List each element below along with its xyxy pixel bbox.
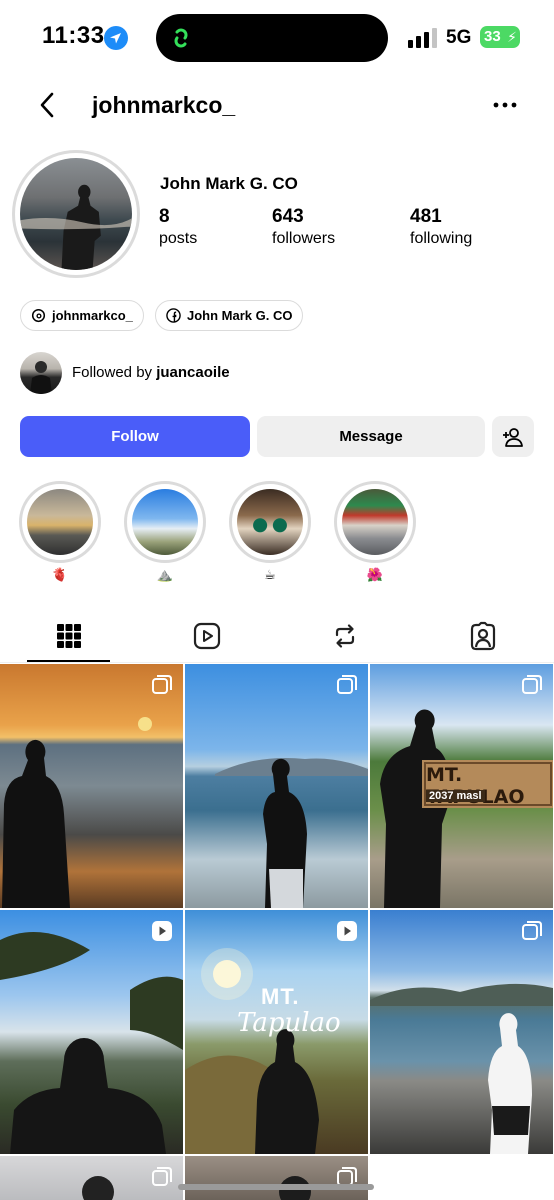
signal-icon — [408, 28, 437, 48]
post-thumbnail[interactable] — [0, 664, 183, 908]
suggest-users-button[interactable] — [492, 416, 534, 457]
highlight-item[interactable]: 🌺 — [334, 481, 416, 585]
network-label: 5G — [446, 27, 472, 48]
highlight-cover — [342, 489, 408, 555]
page-title: johnmarkco_ — [92, 92, 236, 118]
tab-grid[interactable] — [14, 610, 124, 662]
stat-value: 8 — [159, 206, 170, 227]
add-user-icon — [503, 427, 523, 447]
highlight-ring — [229, 481, 311, 563]
carousel-icon — [337, 675, 357, 694]
reel-icon — [152, 921, 172, 941]
followed-by-prefix: Followed by — [72, 364, 153, 381]
threads-link[interactable]: johnmarkco_ — [20, 300, 144, 331]
stat-value: 643 — [272, 206, 304, 227]
grid-icon — [57, 624, 81, 648]
post-thumbnail[interactable] — [0, 1156, 183, 1200]
stat-label: followers — [272, 230, 336, 247]
highlight-ring — [19, 481, 101, 563]
facebook-link[interactable]: John Mark G. CO — [155, 300, 304, 331]
post-thumbnail[interactable] — [185, 1156, 368, 1200]
stat-label: following — [410, 230, 473, 247]
stat-value: 481 — [410, 206, 442, 227]
tab-tagged[interactable] — [428, 610, 538, 662]
highlight-item[interactable]: ⛰️ — [124, 481, 206, 585]
carousel-icon — [522, 675, 542, 694]
tab-reels[interactable] — [152, 610, 262, 662]
status-bar: 11:33 5G 33 ⚡ — [0, 0, 554, 76]
stat-label: posts — [159, 230, 198, 247]
status-time: 11:33 — [42, 22, 105, 49]
reposts-icon — [335, 624, 355, 648]
location-arrow-icon — [104, 26, 128, 50]
charging-icon: ⚡ — [507, 29, 517, 45]
battery-indicator: 33 ⚡ — [480, 26, 520, 48]
highlight-label: ⛰️ — [156, 567, 174, 582]
home-indicator[interactable] — [178, 1184, 374, 1190]
highlight-label: 🌺 — [366, 567, 384, 582]
facebook-label: John Mark G. CO — [187, 308, 293, 323]
profile-header: johnmarkco_ — [0, 76, 554, 136]
mutual-follower-avatar[interactable] — [20, 352, 62, 394]
carousel-icon — [152, 1167, 172, 1186]
followed-by-text[interactable]: Followed by juancaoile — [72, 364, 230, 381]
mutual-avatar-silhouette — [30, 361, 52, 394]
post-silhouette — [215, 758, 368, 908]
post-silhouette — [370, 983, 553, 1154]
post-overlay-text: MT. — [261, 984, 300, 1009]
tabs-divider — [0, 662, 554, 663]
post-silhouette — [0, 932, 183, 1154]
follow-button[interactable]: Follow — [20, 416, 250, 457]
tab-reposts[interactable] — [290, 610, 400, 662]
threads-icon — [31, 308, 46, 323]
threads-label: johnmarkco_ — [52, 308, 133, 323]
link-icon — [174, 28, 188, 48]
display-name: John Mark G. CO — [160, 174, 298, 193]
highlight-ring — [334, 481, 416, 563]
avatar-photo — [20, 158, 132, 270]
post-thumbnail[interactable] — [370, 910, 553, 1154]
highlight-item[interactable]: ☕ — [229, 481, 311, 585]
highlight-cover — [237, 489, 303, 555]
post-thumbnail[interactable] — [0, 910, 183, 1154]
back-icon[interactable] — [32, 88, 66, 122]
message-button[interactable]: Message — [257, 416, 485, 457]
post-thumbnail[interactable]: MT. Tapulao — [185, 910, 368, 1154]
highlight-item[interactable]: 🫀 — [19, 481, 101, 585]
following-count[interactable]: 481 following — [410, 206, 472, 248]
highlight-ring — [124, 481, 206, 563]
profile-tabs — [0, 610, 554, 664]
highlight-label: 🫀 — [51, 567, 69, 582]
profile-avatar[interactable] — [12, 150, 140, 278]
posts-count[interactable]: 8 posts — [159, 206, 197, 248]
highlight-cover — [132, 489, 198, 555]
carousel-icon — [152, 675, 172, 694]
reel-icon — [337, 921, 357, 941]
reels-icon — [193, 622, 221, 650]
post-overlay-sub: 2037 masl — [426, 790, 485, 802]
more-options-icon[interactable] — [488, 90, 522, 120]
post-silhouette — [2, 717, 152, 908]
dynamic-island — [156, 14, 388, 62]
followers-count[interactable]: 643 followers — [272, 206, 335, 248]
carousel-icon — [522, 921, 542, 940]
avatar-silhouette — [20, 184, 132, 270]
post-thumbnail[interactable] — [185, 664, 368, 908]
followed-by-user: juancaoile — [156, 364, 230, 381]
battery-level: 33 — [484, 28, 501, 45]
post-overlay-sub: Tapulao — [237, 1008, 341, 1038]
facebook-icon — [166, 308, 181, 323]
highlight-label: ☕ — [264, 567, 276, 582]
tagged-icon — [470, 621, 496, 651]
post-thumbnail[interactable]: MT. TAPULAO 2037 masl — [370, 664, 553, 908]
highlight-cover — [27, 489, 93, 555]
